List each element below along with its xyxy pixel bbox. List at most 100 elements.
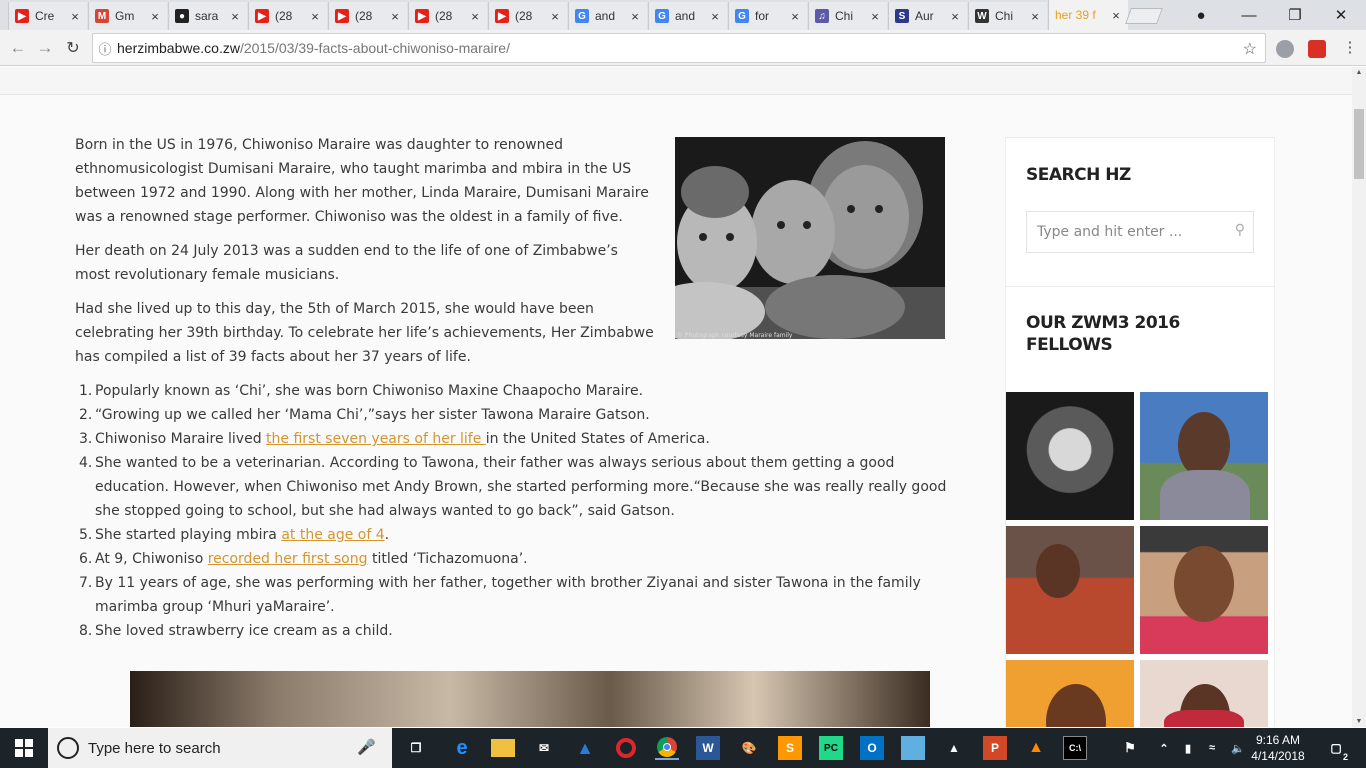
edge-icon[interactable]: e xyxy=(450,736,474,760)
tab-close-icon[interactable]: × xyxy=(549,9,561,24)
bookmark-star-icon[interactable]: ☆ xyxy=(1243,39,1257,59)
info-icon[interactable]: ⓘ xyxy=(93,39,117,58)
wikipedia-icon: W xyxy=(975,9,989,23)
maximize-button[interactable]: ❐ xyxy=(1272,0,1318,30)
opera-icon[interactable] xyxy=(614,736,638,760)
fellow-photo-2[interactable] xyxy=(1140,392,1268,520)
tab-title: Aur xyxy=(915,9,934,23)
photos-app-icon[interactable]: ▲ xyxy=(573,736,597,760)
browser-tab[interactable]: ▶ (28 × xyxy=(408,2,487,30)
tab-close-icon[interactable]: × xyxy=(629,9,641,24)
scroll-down-arrow-icon[interactable]: ▼ xyxy=(1352,718,1366,725)
new-tab-button[interactable] xyxy=(1125,8,1163,24)
tab-close-icon[interactable]: × xyxy=(69,9,81,24)
word-icon[interactable]: W xyxy=(696,736,720,760)
fellow-photo-3[interactable] xyxy=(1006,526,1134,654)
extension-icon[interactable] xyxy=(1276,40,1294,58)
vlc-icon[interactable]: ▲ xyxy=(1024,736,1048,760)
music-icon: ♫ xyxy=(815,9,829,23)
browser-tab[interactable]: ▶ (28 × xyxy=(248,2,327,30)
paint-icon[interactable]: 🎨 xyxy=(737,736,761,760)
fact-number: 2. xyxy=(79,407,93,423)
windows-start-icon[interactable] xyxy=(12,736,36,760)
browser-tab[interactable]: Gand × xyxy=(648,2,727,30)
browser-toolbar: ← → ↻ ⓘ herzimbabwe.co.zw/2015/03/39-fac… xyxy=(0,30,1366,66)
wifi-icon[interactable]: ≈ xyxy=(1200,736,1224,760)
intro-paragraph: Born in the US in 1976, Chiwoniso Marair… xyxy=(75,137,649,225)
notes-icon[interactable] xyxy=(901,736,925,760)
tab-close-icon[interactable]: × xyxy=(469,9,481,24)
browser-tab[interactable]: Gfor × xyxy=(728,2,807,30)
taskbar-search-box[interactable]: Type here to search 🎤 xyxy=(48,728,392,768)
browser-tab[interactable]: Gand × xyxy=(568,2,647,30)
battery-icon[interactable]: ▮ xyxy=(1176,736,1200,760)
powerpoint-icon[interactable]: P xyxy=(983,736,1007,760)
tab-close-icon[interactable]: × xyxy=(869,9,881,24)
fact-link[interactable]: the first seven years of her life xyxy=(266,431,486,447)
task-view-icon[interactable]: ❐ xyxy=(404,736,428,760)
browser-tab[interactable]: M Gm × xyxy=(88,2,167,30)
sublime-text-icon[interactable]: S xyxy=(778,736,802,760)
close-window-button[interactable]: ✕ xyxy=(1318,0,1364,30)
tray-chevron-icon[interactable]: ⌃ xyxy=(1152,736,1176,760)
reload-button[interactable]: ↻ xyxy=(63,38,83,58)
outlook-icon[interactable]: O xyxy=(860,736,884,760)
fact-item: 1. Popularly known as ‘Chi’, she was born… xyxy=(75,379,955,403)
fellow-photo-5[interactable] xyxy=(1006,660,1134,727)
scroll-thumb[interactable] xyxy=(1354,109,1364,179)
browser-tab[interactable]: ▶ Cre × xyxy=(8,2,87,30)
page-scrollbar[interactable]: ▲ ▼ xyxy=(1352,67,1366,727)
chrome-menu-icon[interactable]: ⋮ xyxy=(1340,38,1360,56)
fellow-photo-1[interactable] xyxy=(1006,392,1134,520)
tab-close-icon[interactable]: × xyxy=(229,9,241,24)
browser-tab[interactable]: W Chi × xyxy=(968,2,1047,30)
file-explorer-icon[interactable] xyxy=(491,739,515,757)
people-icon[interactable]: ⚑ xyxy=(1118,736,1142,760)
tab-title: (28 xyxy=(275,9,293,23)
chrome-icon[interactable] xyxy=(655,736,679,760)
browser-tab-active[interactable]: her 39 f × xyxy=(1048,0,1128,30)
browser-tab[interactable]: ▶ (28 × xyxy=(488,2,567,30)
action-center-icon[interactable]: ▢ 2 xyxy=(1324,736,1350,762)
volume-icon[interactable]: 🔈 xyxy=(1226,736,1250,760)
browser-tab[interactable]: S Aur × xyxy=(888,2,967,30)
fellow-photo-4[interactable] xyxy=(1140,526,1268,654)
opera-extension-icon[interactable] xyxy=(1308,40,1326,58)
taskbar-search-placeholder: Type here to search xyxy=(88,739,221,757)
tab-close-icon[interactable]: × xyxy=(389,9,401,24)
tab-close-icon[interactable]: × xyxy=(309,9,321,24)
tab-close-icon[interactable]: × xyxy=(709,9,721,24)
site-header-strip xyxy=(0,67,1352,95)
minimize-button[interactable]: — xyxy=(1226,0,1272,30)
tab-close-icon[interactable]: × xyxy=(949,9,961,24)
browser-tab[interactable]: ♫ Chi × xyxy=(808,2,887,30)
mail-icon[interactable]: ✉ xyxy=(532,736,556,760)
profile-icon[interactable]: ● xyxy=(1178,0,1224,30)
tab-title: (28 xyxy=(435,9,453,23)
tab-close-icon[interactable]: × xyxy=(149,9,161,24)
scroll-up-arrow-icon[interactable]: ▲ xyxy=(1352,69,1366,76)
tab-close-icon[interactable]: × xyxy=(789,9,801,24)
image-viewer-icon[interactable]: ▲ xyxy=(942,736,966,760)
fact-link[interactable]: recorded her first song xyxy=(208,551,368,567)
fact-text-after: titled ‘Tichazomuona’. xyxy=(367,551,528,567)
pycharm-icon[interactable]: PC xyxy=(819,736,843,760)
browser-tab[interactable]: ▶ (28 × xyxy=(328,2,407,30)
browser-tab[interactable]: ● sara × xyxy=(168,2,247,30)
address-bar[interactable]: ⓘ herzimbabwe.co.zw/2015/03/39-facts-abo… xyxy=(92,33,1266,63)
fact-link[interactable]: at the age of 4 xyxy=(281,527,384,543)
fellow-photo-6[interactable] xyxy=(1140,660,1268,727)
forward-button[interactable]: → xyxy=(35,38,55,58)
system-clock[interactable]: 9:16 AM 4/14/2018 xyxy=(1250,732,1306,764)
tab-close-icon[interactable]: × xyxy=(1110,8,1122,23)
clock-date: 4/14/2018 xyxy=(1251,749,1305,763)
fact-item: 4. She wanted to be a veterinarian. Accor… xyxy=(75,451,955,523)
microphone-icon[interactable]: 🎤 xyxy=(357,738,376,756)
photo-caption: © Photograph courtesy Maraire family xyxy=(677,332,793,339)
search-icon[interactable]: ⚲ xyxy=(1235,222,1245,238)
tab-close-icon[interactable]: × xyxy=(1029,9,1041,24)
github-icon: ● xyxy=(175,9,189,23)
back-button[interactable]: ← xyxy=(8,38,28,58)
command-prompt-icon[interactable]: C:\ xyxy=(1063,736,1087,760)
sidebar-search-input[interactable]: Type and hit enter ... ⚲ xyxy=(1026,211,1254,253)
